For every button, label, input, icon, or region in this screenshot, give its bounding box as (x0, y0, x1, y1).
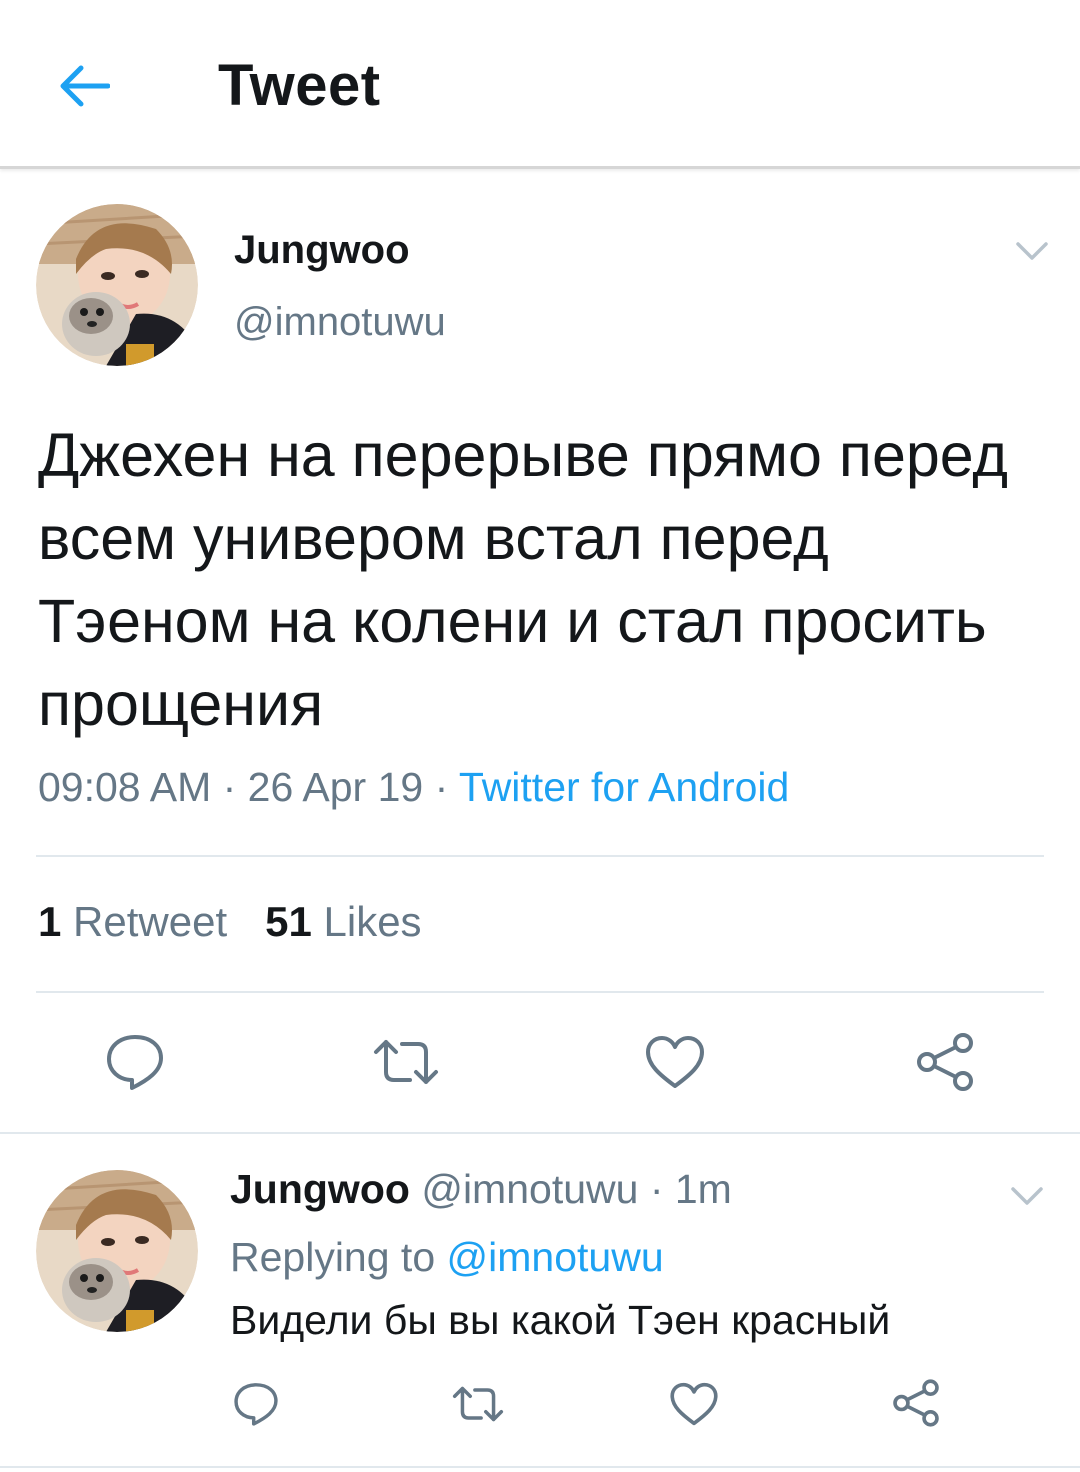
reply-time: 1m (674, 1166, 732, 1212)
share-icon (893, 1379, 939, 1427)
reply-share-button[interactable] (888, 1376, 944, 1430)
like-button[interactable] (640, 1030, 710, 1094)
tweet-date: 26 Apr 19 (247, 764, 424, 810)
replying-to-label: Replying to (230, 1234, 436, 1280)
reply-icon (234, 1383, 278, 1426)
tweet-source-link[interactable]: Twitter for Android (459, 764, 789, 810)
tweet-meta: 09:08 AM · 26 Apr 19 · Twitter for Andro… (38, 764, 789, 811)
share-button[interactable] (912, 1030, 978, 1094)
reply-reply-button[interactable] (228, 1378, 284, 1430)
arrow-left-icon (60, 65, 110, 107)
reply-separator: · (638, 1166, 675, 1212)
retweet-icon (452, 1386, 504, 1422)
divider (0, 1466, 1080, 1468)
chevron-down-icon (1011, 1187, 1043, 1205)
reply-like-button[interactable] (666, 1378, 722, 1430)
meta-separator: · (211, 764, 248, 810)
reply-avatar[interactable] (36, 1170, 198, 1332)
retweet-button[interactable] (368, 1030, 444, 1094)
chevron-down-icon (1016, 242, 1048, 260)
reply-author-name[interactable]: Jungwoo (230, 1166, 410, 1212)
top-app-bar: Tweet (0, 0, 1080, 169)
reply-retweet-button[interactable] (448, 1378, 508, 1430)
avatar-photo (36, 204, 198, 366)
author-handle[interactable]: @imnotuwu (234, 300, 446, 345)
tweet-menu-button[interactable] (1010, 230, 1054, 270)
reply-menu-button[interactable] (1005, 1175, 1049, 1215)
divider (36, 855, 1044, 857)
reply-text: Видели бы вы какой Тэен красный (230, 1297, 891, 1343)
back-button[interactable] (52, 54, 116, 118)
tweet-time: 09:08 AM (38, 764, 212, 810)
reply-header: Jungwoo @imnotuwu · 1m (230, 1166, 732, 1213)
avatar-photo (36, 1170, 198, 1332)
replying-to: Replying to @imnotuwu (230, 1234, 664, 1281)
share-icon (917, 1033, 973, 1091)
likes-count: 51 (265, 898, 312, 945)
retweet-icon (374, 1040, 438, 1084)
likes-stat[interactable]: 51 Likes (265, 898, 421, 945)
likes-label: Likes (323, 898, 422, 945)
tweet-stats: 1 Retweet 51 Likes (38, 898, 422, 946)
heart-icon (670, 1382, 718, 1426)
reply-button[interactable] (100, 1030, 170, 1094)
retweet-label: Retweet (73, 898, 228, 945)
heart-icon (646, 1036, 704, 1088)
replying-to-handle[interactable]: @imnotuwu (447, 1234, 664, 1280)
retweets-stat[interactable]: 1 Retweet (38, 898, 227, 945)
divider (36, 991, 1044, 993)
meta-separator: · (423, 764, 459, 810)
reply-author-handle[interactable]: @imnotuwu (421, 1166, 638, 1212)
page-title: Tweet (218, 53, 381, 118)
author-name[interactable]: Jungwoo (234, 228, 410, 273)
retweet-count: 1 (38, 898, 62, 945)
avatar[interactable] (36, 204, 198, 366)
tweet-text: Джехен на перерыве прямо перед всем унив… (38, 421, 1008, 738)
reply-icon (107, 1035, 163, 1090)
section-divider (0, 1132, 1080, 1134)
